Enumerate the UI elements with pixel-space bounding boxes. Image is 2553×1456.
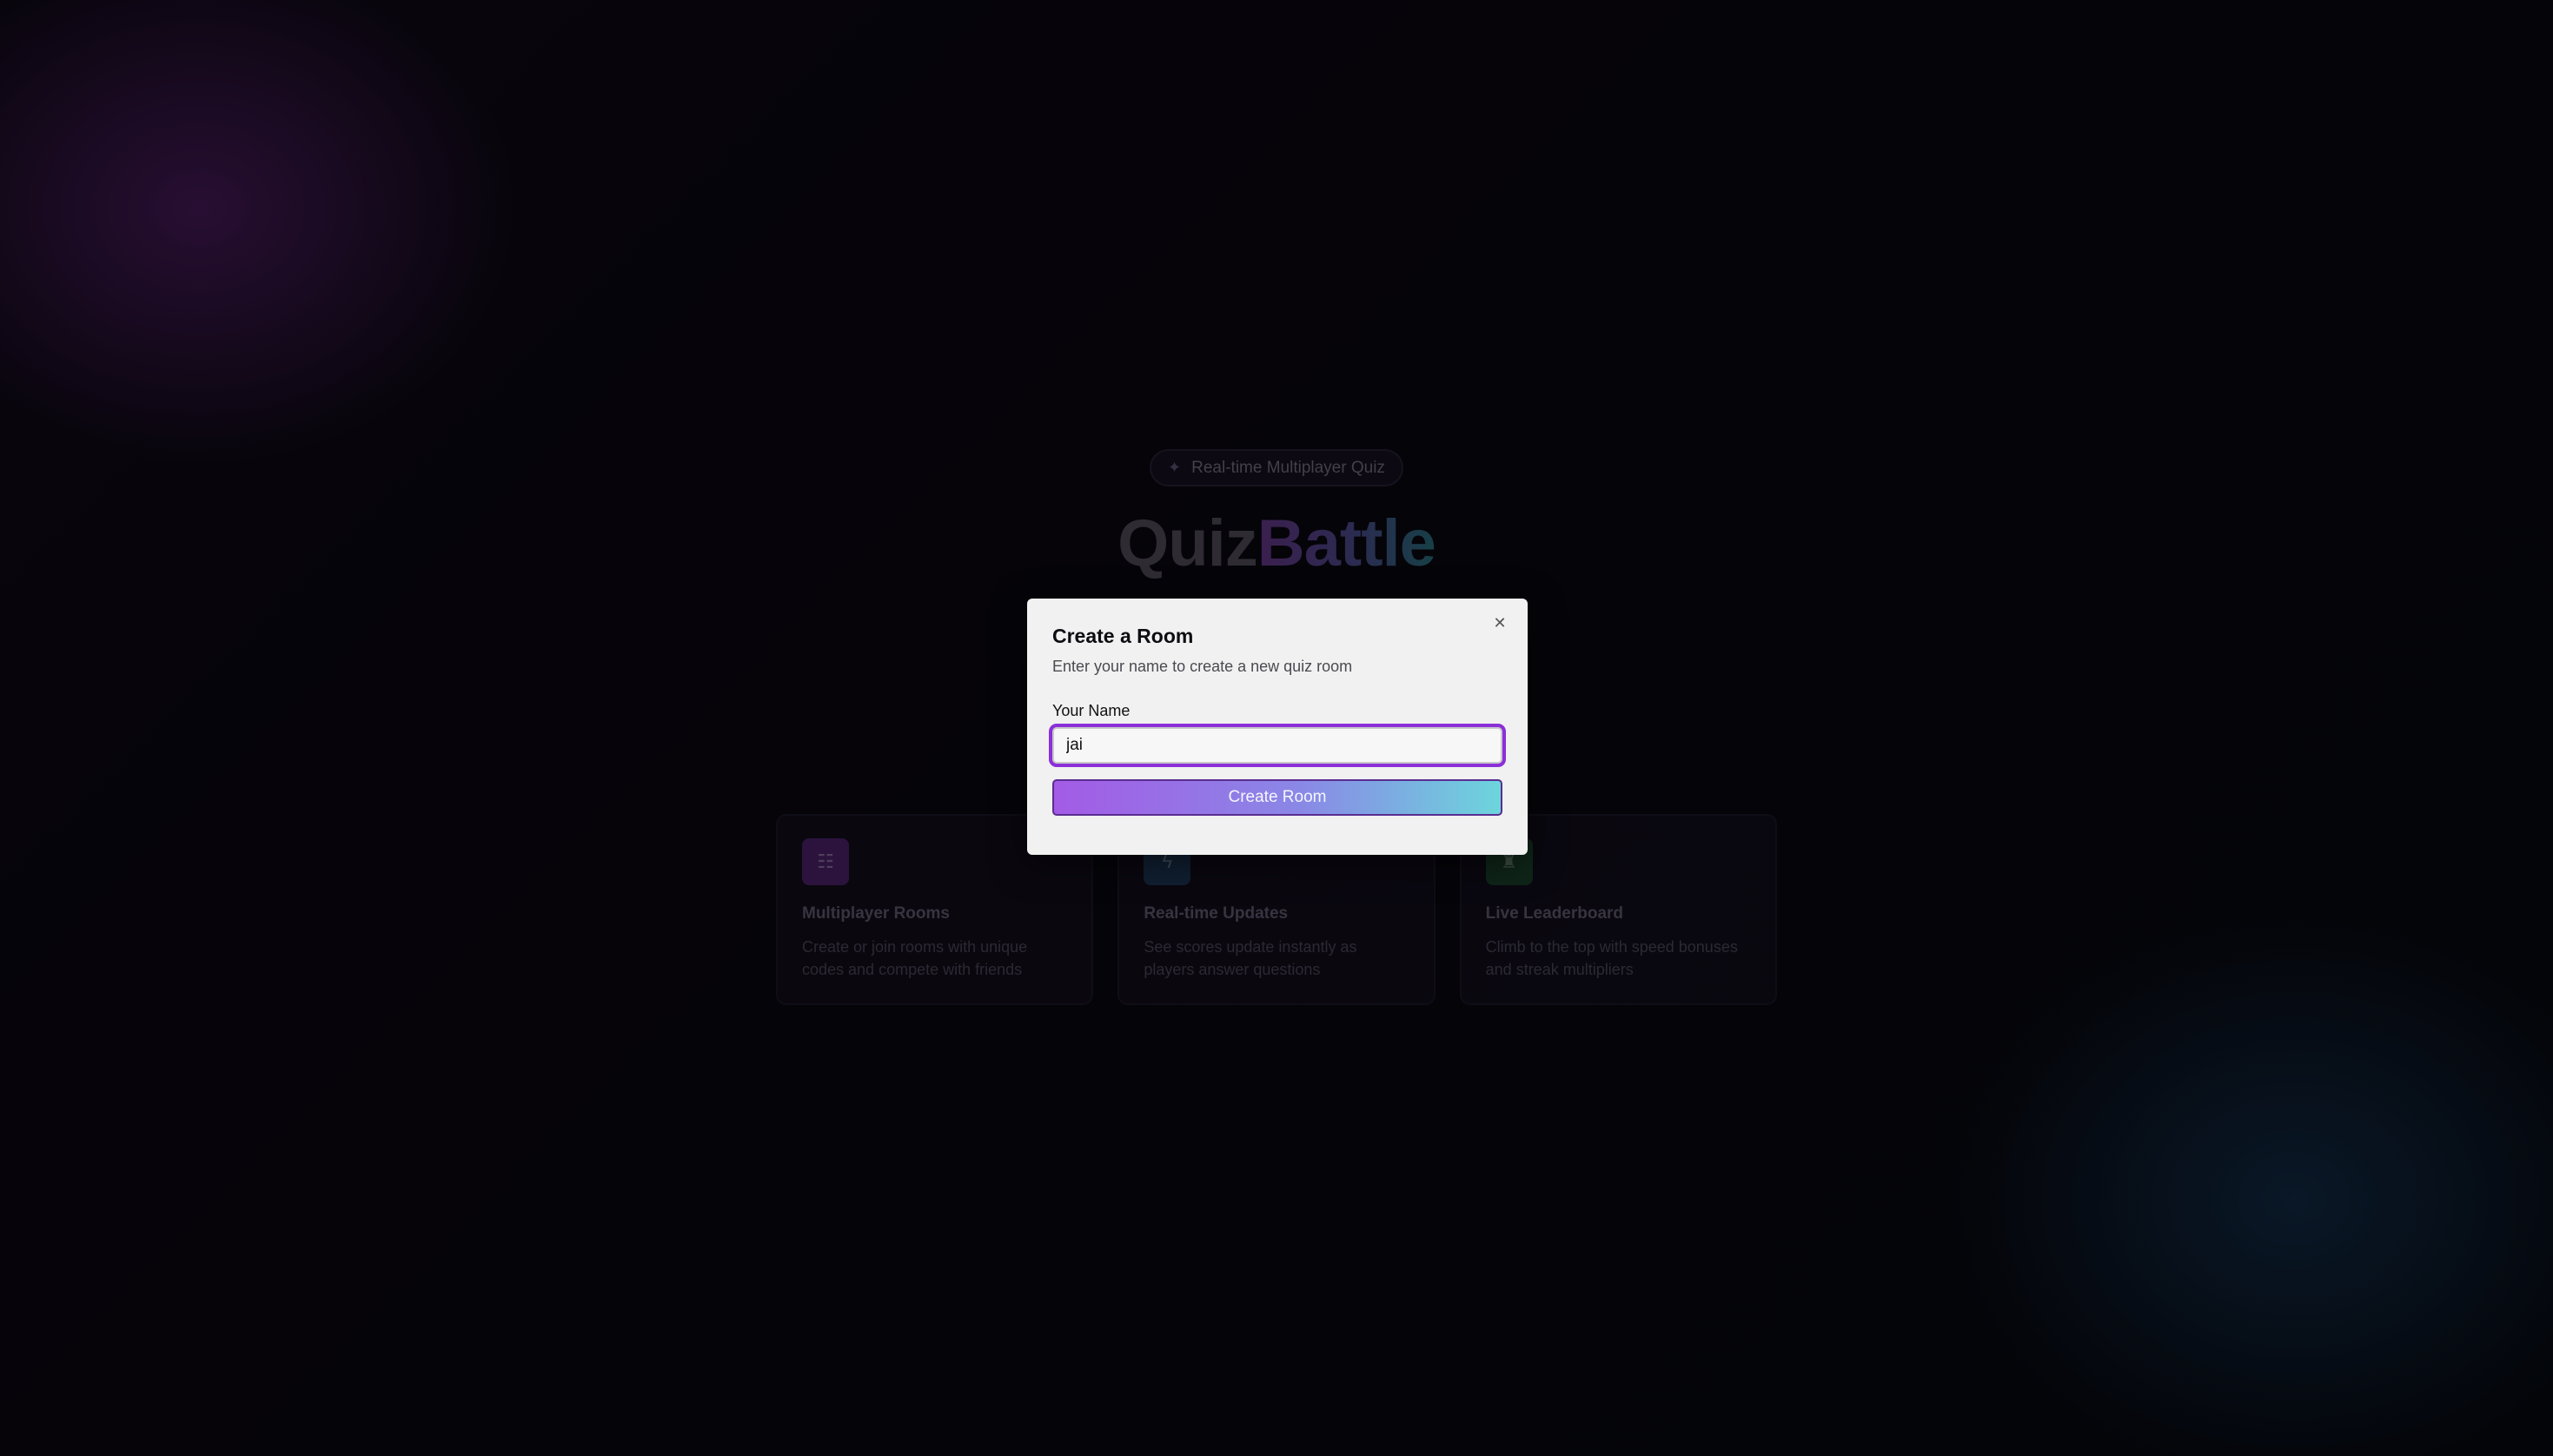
dialog-title: Create a Room xyxy=(1052,625,1194,647)
name-input[interactable] xyxy=(1052,727,1502,764)
create-room-button[interactable]: Create Room xyxy=(1052,779,1502,816)
create-room-dialog: ✕ Create a Room Enter your name to creat… xyxy=(1027,599,1528,855)
dialog-description: Enter your name to create a new quiz roo… xyxy=(1052,658,1353,675)
name-label: Your Name xyxy=(1052,702,1131,719)
close-icon[interactable]: ✕ xyxy=(1489,612,1510,633)
